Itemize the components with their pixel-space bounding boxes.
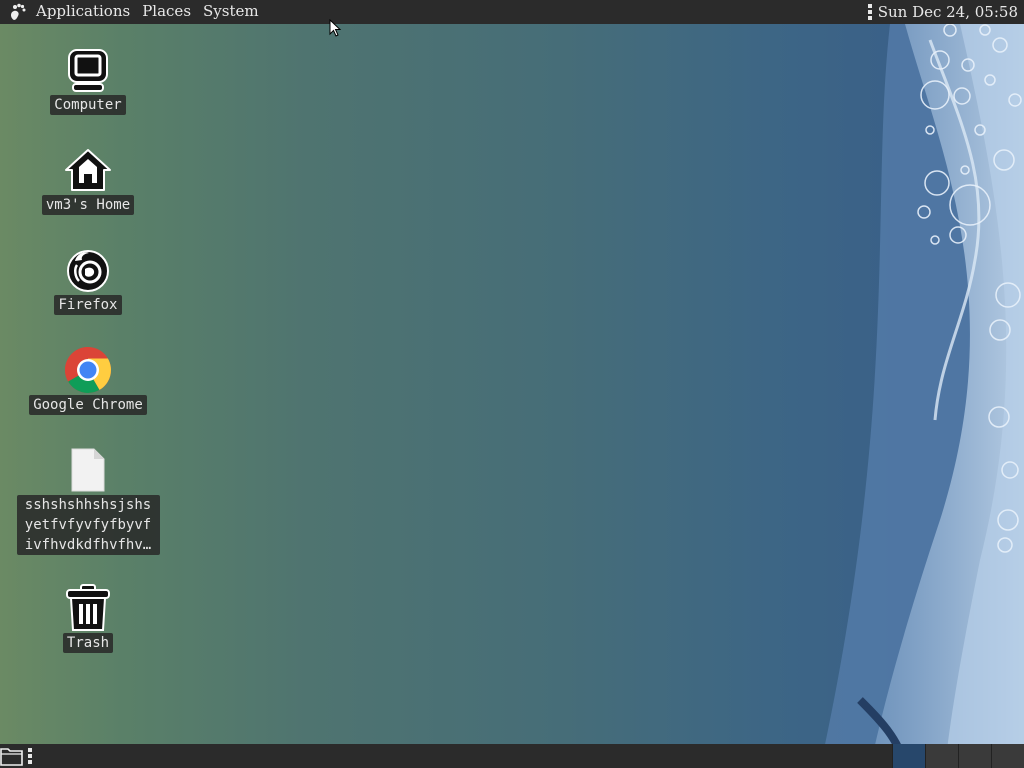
bottom-panel (0, 744, 1024, 768)
desktop-icon-label: sshshshhshsjshs yetfvfyvfyfbyvf ivfhvdkd… (16, 495, 160, 555)
trash-icon (64, 584, 112, 632)
desktop-icon-firefox[interactable]: Firefox (8, 246, 168, 315)
workspace-4[interactable] (991, 744, 1024, 768)
desktop-icon-label: Computer (50, 95, 126, 115)
home-folder-icon (64, 146, 112, 194)
workspace-1[interactable] (892, 744, 925, 768)
desktop-icon-label: Firefox (54, 295, 122, 315)
clock[interactable]: Sun Dec 24, 05:58 (878, 3, 1018, 21)
workspace-3[interactable] (958, 744, 991, 768)
desktop-icon-label: vm3's Home (41, 195, 135, 215)
top-panel: Applications Places System Sun Dec 24, 0… (0, 0, 1024, 24)
menu-places[interactable]: Places (136, 0, 197, 24)
desktop-icon-trash[interactable]: Trash (8, 584, 168, 653)
workspace-2[interactable] (925, 744, 958, 768)
menu-system[interactable]: System (197, 0, 265, 24)
menu-applications[interactable]: Applications (30, 0, 136, 24)
text-file-icon (64, 446, 112, 494)
desktop[interactable]: Applications Places System Sun Dec 24, 0… (0, 0, 1024, 768)
desktop-icon-label: Google Chrome (29, 395, 147, 415)
kebab-menu-icon[interactable] (867, 4, 872, 20)
kebab-menu-icon[interactable] (28, 748, 32, 764)
desktop-icon-chrome[interactable]: Google Chrome (8, 346, 168, 415)
firefox-icon (64, 246, 112, 294)
chrome-icon (64, 346, 112, 394)
desktop-icon-text-file[interactable]: sshshshhshsjshs yetfvfyvfyfbyvf ivfhvdkd… (8, 446, 168, 555)
mouse-pointer-icon (329, 19, 342, 37)
clock-area[interactable]: Sun Dec 24, 05:58 (867, 0, 1018, 24)
desktop-icon-label: Trash (62, 633, 114, 653)
show-desktop-icon[interactable] (0, 746, 24, 766)
computer-icon (64, 46, 112, 94)
workspace-switcher[interactable] (892, 744, 1024, 768)
desktop-icon-home[interactable]: vm3's Home (8, 146, 168, 215)
gnome-foot-icon[interactable] (6, 0, 30, 24)
desktop-icon-computer[interactable]: Computer (8, 46, 168, 115)
